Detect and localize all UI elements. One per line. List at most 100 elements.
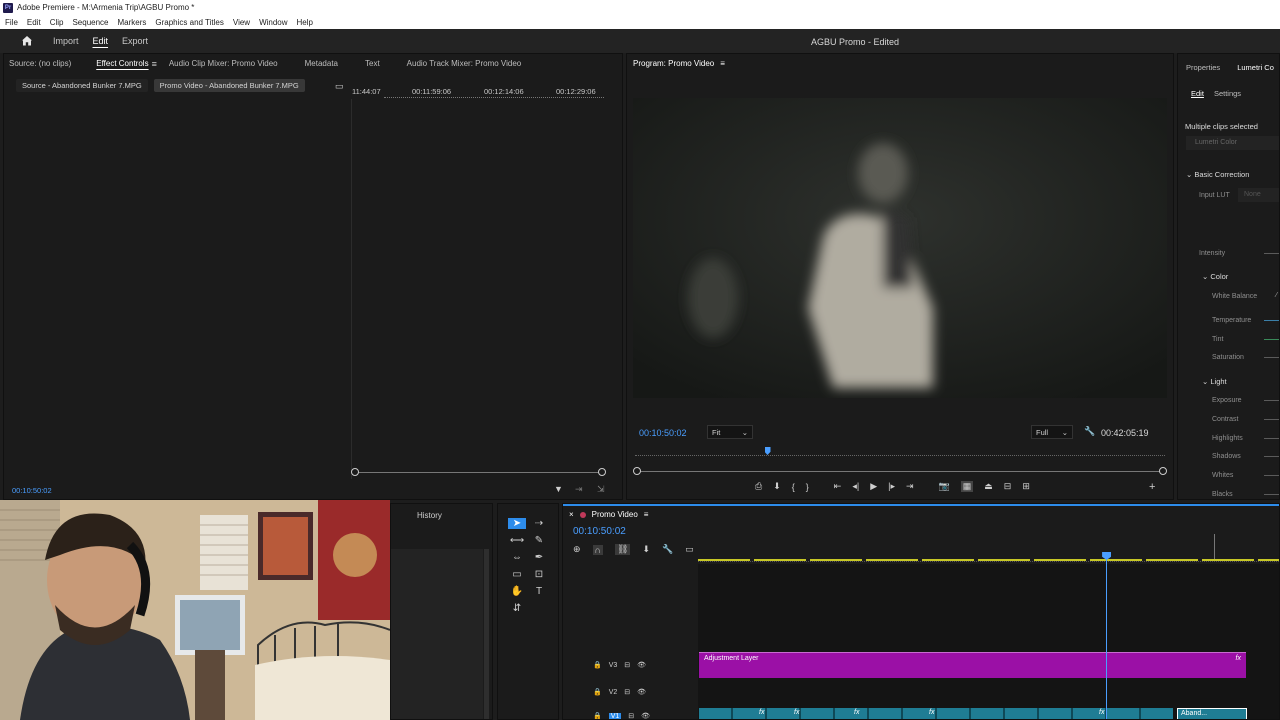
saturation-slider[interactable] [1264,357,1279,358]
clip-split-icon[interactable]: ▭ [335,81,344,92]
tab-source[interactable]: Source: (no clips) [4,59,78,69]
panel-menu-icon[interactable]: ≡ [720,59,725,68]
menu-file[interactable]: File [5,18,18,27]
program-monitor-title[interactable]: Program: Promo Video [633,59,714,68]
export-frame-icon[interactable]: ⇲ [597,484,605,495]
exposure-slider[interactable] [1264,400,1279,401]
tab-audio-track-mixer[interactable]: Audio Track Mixer: Promo Video [387,59,529,69]
add-marker-icon[interactable]: ⬇ [773,481,781,492]
temperature-slider[interactable] [1264,320,1279,321]
shadows-slider[interactable] [1264,456,1279,457]
menu-markers[interactable]: Markers [118,18,147,27]
sync-lock-icon[interactable]: ⊟ [628,712,634,719]
history-list[interactable] [391,549,483,719]
highlights-slider[interactable] [1264,438,1279,439]
play-audio-icon[interactable]: ⇥ [575,484,583,495]
video-frame[interactable] [633,98,1167,398]
effect-controls-timecode[interactable]: 00:10:50:02 [12,486,52,495]
wrench-icon[interactable]: 🔧 [1084,426,1095,437]
nest-icon[interactable]: ⊕ [573,544,581,555]
timeline-timecode[interactable]: 00:10:50:02 [573,526,626,537]
add-marker-icon[interactable]: ⬇ [642,544,650,555]
snap-icon[interactable]: ∩ [592,544,604,555]
adjustment-layer-clip[interactable]: Adjustment Layer fx [699,652,1246,678]
go-to-in-icon[interactable]: ⇤ [834,481,842,492]
clip-sequence-chip[interactable]: Promo Video - Abandoned Bunker 7.MPG [153,79,305,92]
section-color[interactable]: ⌄ Color [1202,272,1228,281]
eye-icon[interactable]: 👁 [637,661,646,669]
lock-icon[interactable]: 🔒 [593,688,602,696]
abandoned-clip[interactable]: Aband... [1177,708,1247,719]
v1-clips[interactable]: fx fx fx fx fx [699,708,1173,719]
lock-icon[interactable]: 🔒 [593,661,602,669]
scroll-handle-left[interactable] [351,468,359,476]
menu-help[interactable]: Help [297,18,313,27]
whites-slider[interactable] [1264,475,1279,476]
lift-icon[interactable]: ⏏ [984,481,993,492]
effect-controls-scrollbar[interactable] [355,472,603,473]
selection-tool-icon[interactable]: ➤ [508,518,526,529]
track-area[interactable] [698,564,1279,719]
eye-icon[interactable]: 👁 [637,688,646,696]
tab-audio-clip-mixer[interactable]: Audio Clip Mixer: Promo Video [157,59,285,69]
tab-lumetri-color[interactable]: Lumetri Co [1237,63,1274,72]
tint-slider[interactable] [1264,339,1279,340]
rate-stretch-tool-icon[interactable]: ⊡ [530,569,548,580]
close-icon[interactable]: × [569,510,574,519]
zoom-handle-left[interactable] [633,467,641,475]
slip-tool-icon[interactable]: ⇔ [508,552,526,563]
subtab-edit[interactable]: Edit [1191,89,1204,98]
mark-in-icon[interactable]: { [792,482,795,492]
timeline-playhead[interactable] [1102,552,1112,719]
go-to-out-icon[interactable]: ⇥ [906,481,914,492]
section-basic-correction[interactable]: ⌄ Basic Correction [1186,170,1249,179]
hand-tool-icon[interactable]: ✋ [508,586,526,597]
wrench-icon[interactable]: 🔧 [662,544,673,555]
fit-select[interactable]: Fit ⌄ [707,425,753,439]
track-select-tool-icon[interactable]: ⇢ [530,518,548,529]
pen-tool-icon[interactable]: ✒ [530,552,548,563]
history-title[interactable]: History [417,511,442,520]
sync-lock-icon[interactable]: ⊟ [624,688,630,696]
tab-effect-controls[interactable]: Effect Controls [78,59,155,69]
captions-icon[interactable]: ▭ [685,544,694,555]
track-label-v3[interactable]: V3 [609,662,618,669]
eyedropper-icon[interactable]: ⁄ [1276,292,1277,299]
remix-tool-icon[interactable]: ⇵ [508,603,526,614]
subtab-settings[interactable]: Settings [1214,89,1241,98]
panel-menu-icon[interactable]: ≡ [644,510,649,519]
section-light[interactable]: ⌄ Light [1202,377,1227,386]
effect-name-field[interactable]: Lumetri Color [1186,136,1279,150]
extract-icon[interactable]: ⊟ [1004,481,1012,492]
program-time-ruler[interactable] [635,448,1165,456]
track-label-v1[interactable]: V1 [608,712,622,719]
blacks-slider[interactable] [1264,494,1279,495]
mark-out-icon[interactable]: } [806,482,809,492]
play-icon[interactable]: ▶ [870,481,877,492]
type-tool-icon[interactable]: T [530,586,548,597]
razor-tool-icon[interactable]: ✎ [530,535,548,546]
input-lut-select[interactable]: None [1238,188,1279,202]
step-back-icon[interactable]: ◂| [852,481,859,492]
intensity-slider[interactable] [1264,253,1279,254]
sequence-tab[interactable]: Promo Video [592,510,638,519]
ripple-edit-tool-icon[interactable]: ⟷ [508,535,526,546]
menu-graphics-and-titles[interactable]: Graphics and Titles [155,18,223,27]
lock-icon[interactable]: 🔒 [593,712,602,719]
track-label-v2[interactable]: V2 [609,689,618,696]
add-button-icon[interactable]: + [1149,481,1155,493]
rectangle-tool-icon[interactable]: ▭ [508,569,526,580]
clip-source-chip[interactable]: Source - Abandoned Bunker 7.MPG [16,79,148,92]
linked-selection-icon[interactable]: ⛓ [615,544,631,555]
eye-icon[interactable]: 👁 [641,712,650,719]
menu-sequence[interactable]: Sequence [72,18,108,27]
contrast-slider[interactable] [1264,419,1279,420]
tab-metadata[interactable]: Metadata [285,59,345,69]
menu-edit[interactable]: Edit [27,18,41,27]
filter-icon[interactable]: ▼ [554,484,563,494]
step-forward-icon[interactable]: |▸ [888,481,895,492]
scroll-handle-right[interactable] [598,468,606,476]
menu-view[interactable]: View [233,18,250,27]
zoom-handle-right[interactable] [1159,467,1167,475]
comparison-view-icon[interactable]: ▦ [960,481,974,492]
